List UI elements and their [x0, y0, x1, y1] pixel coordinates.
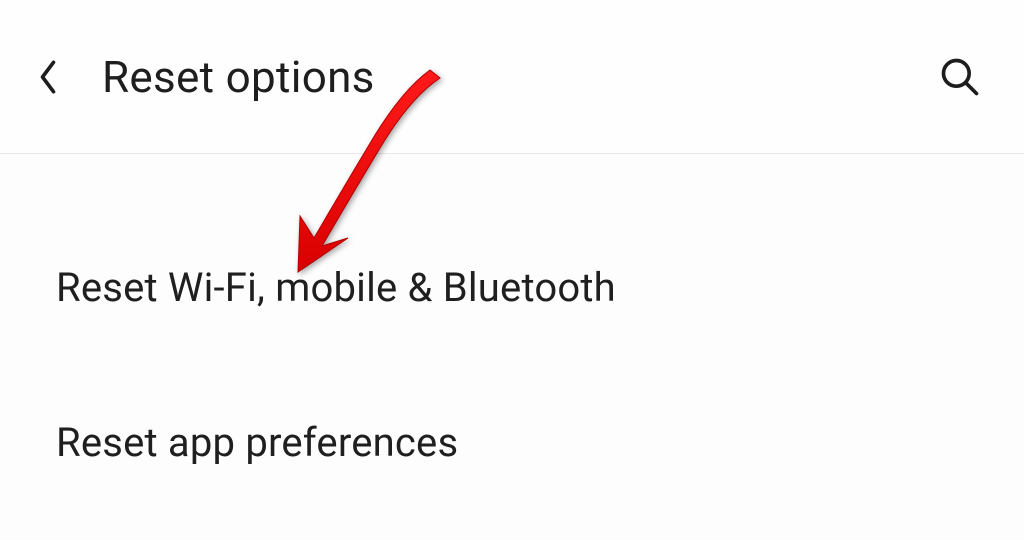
option-reset-network[interactable]: Reset Wi-Fi, mobile & Bluetooth [0, 224, 1024, 351]
search-icon[interactable] [936, 53, 984, 101]
back-icon[interactable] [36, 56, 60, 98]
option-reset-app-preferences[interactable]: Reset app preferences [0, 379, 1024, 506]
page-title: Reset options [102, 51, 936, 103]
options-list: Reset Wi-Fi, mobile & Bluetooth Reset ap… [0, 154, 1024, 506]
header-bar: Reset options [0, 0, 1024, 154]
